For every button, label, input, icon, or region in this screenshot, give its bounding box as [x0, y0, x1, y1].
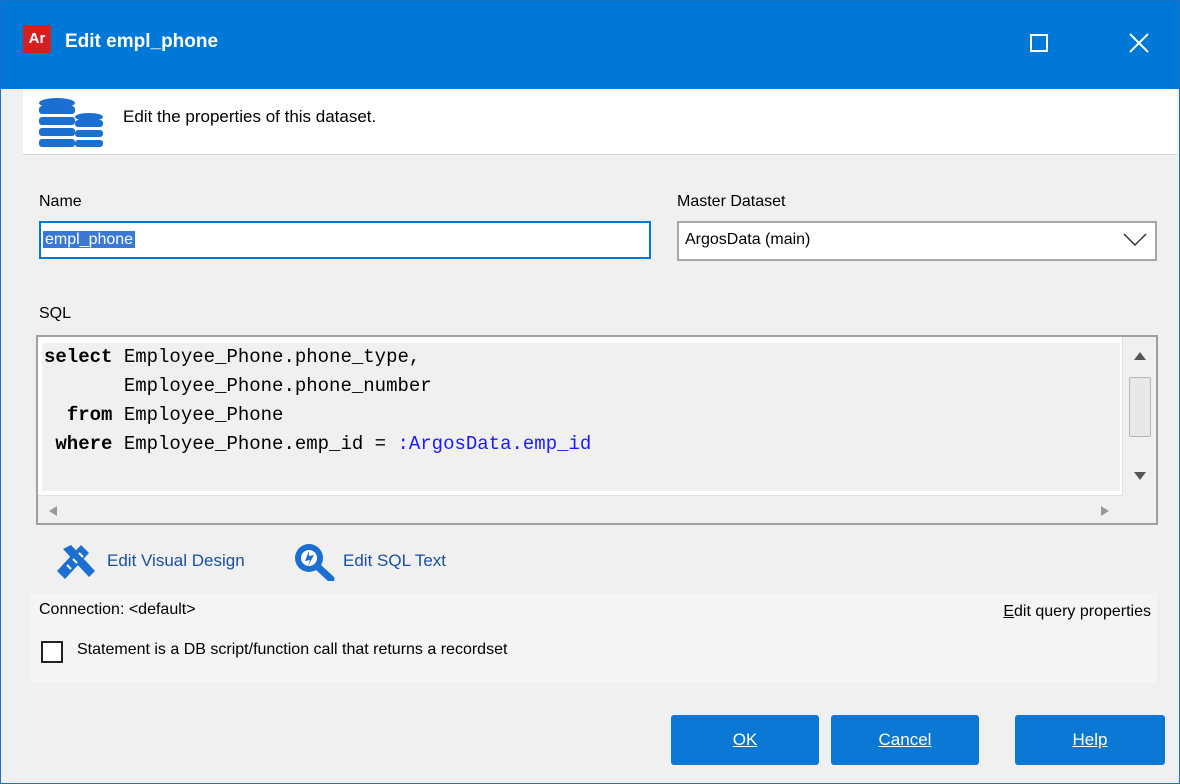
scroll-right-icon[interactable] [1100, 505, 1110, 517]
master-dataset-select[interactable]: ArgosData (main) [677, 221, 1157, 261]
close-icon [1129, 33, 1149, 53]
edit-visual-design-label: Edit Visual Design [107, 551, 245, 570]
ok-button[interactable]: OK [671, 715, 819, 765]
scroll-down-icon[interactable] [1133, 471, 1147, 481]
db-script-checkbox-label[interactable]: Statement is a DB script/function call t… [77, 641, 507, 659]
maximize-icon [1030, 34, 1048, 52]
name-label: Name [39, 193, 82, 210]
name-input[interactable]: empl_phone [39, 221, 651, 259]
sql-editor[interactable]: select Employee_Phone.phone_type, Employ… [36, 335, 1158, 525]
edit-sql-text-label: Edit SQL Text [343, 551, 446, 570]
vertical-scrollbar[interactable] [1122, 337, 1156, 495]
sql-line: from Employee_Phone [44, 401, 1120, 430]
header-text: Edit the properties of this dataset. [123, 107, 377, 126]
connection-panel: Connection: <default> Edit query propert… [31, 593, 1157, 683]
scroll-left-icon[interactable] [48, 505, 58, 517]
edit-sql-text-button[interactable]: Edit SQL Text [291, 541, 446, 581]
sql-code: Employee_Phone.emp_id = [112, 433, 398, 455]
magnify-query-icon [295, 544, 335, 581]
title-bar[interactable]: Ar Edit empl_phone [1, 1, 1179, 89]
name-value: empl_phone [43, 231, 136, 248]
app-logo-icon: Ar [23, 25, 51, 53]
sql-line: Employee_Phone.phone_number [44, 372, 1120, 401]
close-button[interactable] [1109, 21, 1169, 65]
help-button[interactable]: Help [1015, 715, 1165, 765]
scroll-up-icon[interactable] [1133, 351, 1147, 361]
db-script-checkbox[interactable] [41, 641, 63, 663]
cancel-button[interactable]: Cancel [831, 715, 979, 765]
ruler-pencil-icon [57, 545, 95, 579]
edit-visual-design-button[interactable]: Edit Visual Design [53, 541, 245, 581]
edit-query-properties-link[interactable]: Edit query properties [1003, 603, 1151, 621]
database-icon [39, 98, 103, 147]
sql-keyword: from [66, 404, 113, 426]
sql-code: Employee_Phone [112, 404, 284, 426]
window-title: Edit empl_phone [65, 31, 219, 52]
edit-dataset-dialog: Ar Edit empl_phone Edit the properties o… [0, 0, 1180, 784]
sql-parameter: :ArgosData.emp_id [397, 433, 592, 455]
horizontal-scrollbar[interactable] [38, 495, 1122, 523]
master-dataset-label: Master Dataset [677, 193, 786, 210]
sql-keyword: select [44, 346, 113, 368]
sql-text[interactable]: select Employee_Phone.phone_type, Employ… [42, 343, 1120, 491]
sql-label: SQL [39, 305, 72, 322]
sql-line: where Employee_Phone.emp_id = :ArgosData… [44, 430, 1120, 459]
scroll-corner [1122, 495, 1156, 523]
sql-code: Employee_Phone.phone_type, [112, 346, 421, 368]
maximize-button[interactable] [1009, 21, 1069, 65]
sql-keyword: where [55, 433, 113, 455]
scroll-thumb[interactable] [1129, 377, 1151, 437]
master-dataset-value: ArgosData (main) [685, 231, 811, 248]
connection-label: Connection: <default> [39, 601, 196, 618]
chevron-down-icon [1123, 233, 1147, 247]
sql-code: Employee_Phone.phone_number [123, 375, 432, 397]
sql-line: select Employee_Phone.phone_type, [44, 343, 1120, 372]
header-banner: Edit the properties of this dataset. [23, 89, 1177, 155]
